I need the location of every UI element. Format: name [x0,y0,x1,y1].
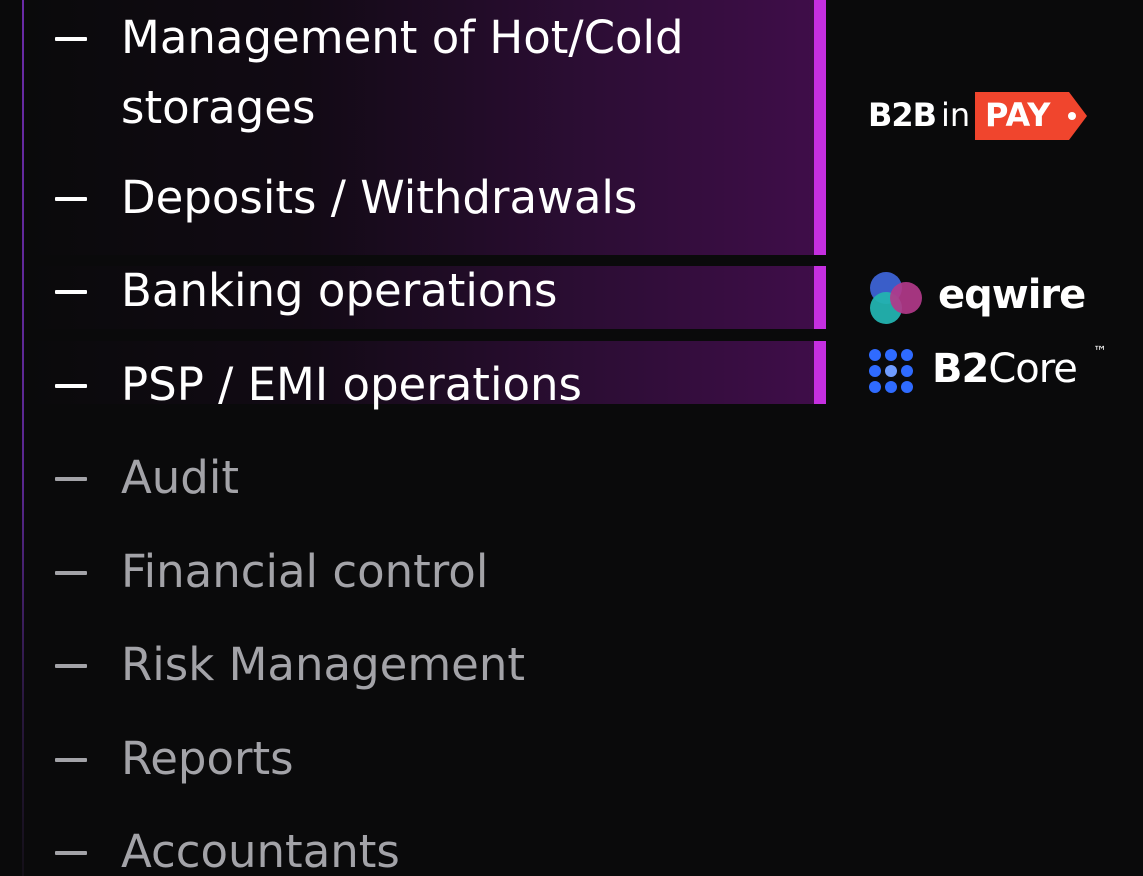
highlight-accent-3 [814,341,826,404]
b2core-mark-icon [869,349,913,393]
list-item-label-continued: storages [121,81,316,134]
list-item-label: Accountants [121,825,400,876]
eqwire-logo-text: eqwire [938,272,1086,318]
b2core-logo-text: B2Core [932,346,1078,392]
eqwire-mark-icon [870,272,922,324]
eqwire-logo: eqwire [866,268,1096,328]
dash-icon [55,197,87,201]
left-accent-rule [22,0,24,876]
dash-icon [55,758,87,762]
b2core-logo: B2Core ™ [866,344,1116,400]
list-item-label: Audit [121,451,240,504]
highlight-accent-2 [814,266,826,329]
dash-icon [55,477,87,481]
b2core-logo-text-bold: B2 [932,346,989,392]
trademark-symbol: ™ [1093,344,1107,360]
dash-icon [55,571,87,575]
list-item-label: Risk Management [121,638,526,691]
list-item-label: PSP / EMI operations [121,358,582,411]
dash-icon [55,664,87,668]
dash-icon [55,290,87,294]
b2binpay-logo-in: in [941,96,971,134]
b2binpay-logo-pay: PAY [985,96,1051,134]
b2core-logo-text-regular: Core [988,346,1078,392]
dash-icon [55,37,87,41]
b2binpay-logo: B2B in PAY [866,90,1092,144]
b2binpay-logo-b2b: B2B [868,96,937,134]
list-item-label: Financial control [121,545,489,598]
list-item-label: Reports [121,732,294,785]
dash-icon [55,384,87,388]
highlight-accent-1 [814,0,826,255]
list-item-label: Banking operations [121,264,558,317]
dash-icon [55,851,87,855]
list-item-label: Management of Hot/Cold [121,11,684,64]
list-item-label: Deposits / Withdrawals [121,171,638,224]
